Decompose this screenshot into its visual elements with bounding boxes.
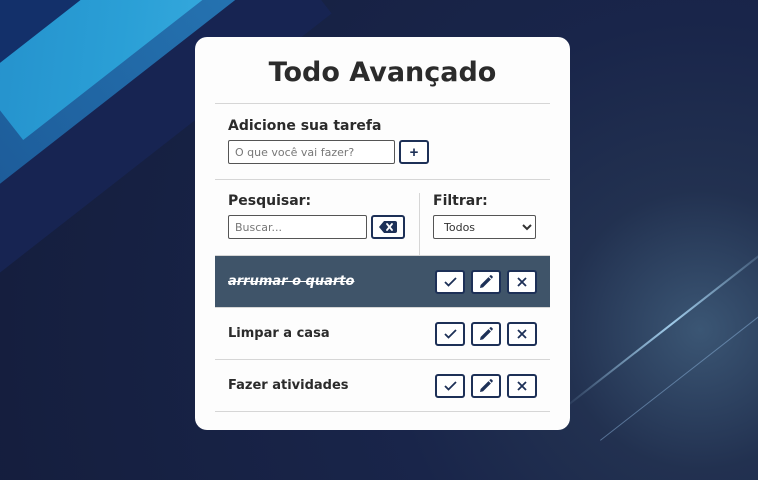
add-todo-input[interactable] [228, 140, 395, 164]
check-icon [443, 380, 457, 391]
edit-todo-button[interactable] [471, 321, 501, 346]
search-group: Pesquisar: [228, 193, 420, 255]
check-icon [443, 328, 457, 339]
todo-text: Fazer atividades [228, 378, 349, 393]
toolbar: Pesquisar: Filtrar: Todos [215, 180, 550, 255]
remove-todo-button[interactable] [507, 373, 537, 398]
add-todo-form: Adicione sua tarefa + [215, 104, 550, 179]
check-icon [443, 276, 457, 287]
add-todo-label: Adicione sua tarefa [228, 118, 382, 134]
close-icon [517, 380, 527, 391]
filter-select[interactable]: Todos [433, 215, 536, 239]
finish-todo-button[interactable] [435, 269, 465, 294]
todo-item: arrumar o quarto [215, 256, 550, 308]
search-input[interactable] [228, 215, 367, 239]
pencil-icon [480, 378, 493, 392]
close-icon [517, 328, 527, 339]
add-todo-button[interactable]: + [399, 140, 429, 164]
backspace-icon [379, 221, 397, 233]
finish-todo-button[interactable] [435, 321, 465, 346]
page-title: Todo Avançado [268, 57, 497, 88]
remove-todo-button[interactable] [507, 269, 537, 294]
plus-icon: + [409, 143, 419, 161]
edit-todo-button[interactable] [471, 269, 501, 294]
todo-item: Limpar a casa [215, 308, 550, 360]
todo-text: arrumar o quarto [228, 274, 355, 289]
pencil-icon [480, 326, 493, 340]
filter-label: Filtrar: [433, 193, 488, 209]
finish-todo-button[interactable] [435, 373, 465, 398]
close-icon [517, 276, 527, 287]
remove-todo-button[interactable] [507, 321, 537, 346]
todo-text: Limpar a casa [228, 326, 330, 341]
pencil-icon [480, 274, 493, 288]
todo-card: Todo Avançado Adicione sua tarefa + Pesq… [195, 37, 570, 430]
todo-list: arrumar o quarto Limpar a casa Fazer ati… [215, 256, 550, 412]
edit-todo-button[interactable] [471, 373, 501, 398]
search-label: Pesquisar: [228, 193, 312, 209]
todo-item: Fazer atividades [215, 360, 550, 412]
clear-search-button[interactable] [371, 215, 405, 239]
filter-group: Filtrar: Todos [420, 193, 536, 255]
